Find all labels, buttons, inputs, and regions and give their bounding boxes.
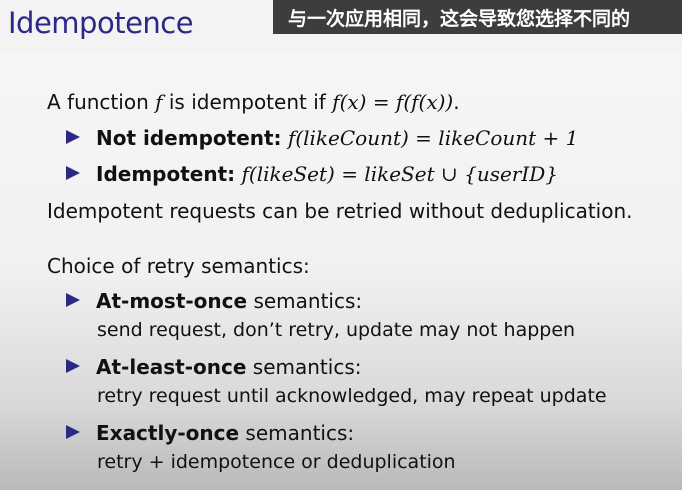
- semantics-desc-at-least-once: retry request until acknowledged, may re…: [97, 385, 607, 407]
- example-formula: f(likeSet) = likeSet ∪ {userID}: [241, 162, 559, 186]
- subtitle-text: 与一次应用相同，这会导致您选择不同的: [288, 8, 631, 30]
- example-not-idempotent: Not idempotent: f(likeCount) = likeCount…: [66, 126, 578, 150]
- function-variable: f: [155, 90, 163, 114]
- semantics-name: At-least-once: [96, 355, 247, 379]
- semantics-desc-exactly-once: retry + idempotence or deduplication: [97, 451, 456, 473]
- definition-period: .: [453, 90, 460, 114]
- retry-note: Idempotent requests can be retried witho…: [47, 199, 633, 223]
- definition-line: A function f is idempotent if f(x) = f(f…: [47, 90, 460, 114]
- triangle-bullet-icon: [66, 359, 80, 373]
- semantics-name: Exactly-once: [96, 421, 240, 445]
- semantics-item-at-most-once: At-most-once semantics:: [66, 289, 362, 313]
- semantics-desc-at-most-once: send request, don’t retry, update may no…: [97, 319, 576, 341]
- triangle-bullet-icon: [66, 166, 80, 180]
- definition-text-mid: is idempotent if: [168, 90, 326, 114]
- example-formula: f(likeCount) = likeCount + 1: [287, 126, 579, 150]
- triangle-bullet-icon: [66, 293, 80, 307]
- semantics-item-at-least-once: At-least-once semantics:: [66, 355, 361, 379]
- definition-text-before: A function: [47, 90, 149, 114]
- example-label: Idempotent:: [96, 162, 236, 186]
- semantics-suffix: semantics:: [246, 355, 362, 379]
- idempotence-formula: f(x) = f(f(x)): [332, 90, 454, 114]
- semantics-heading: Choice of retry semantics:: [47, 254, 310, 278]
- subtitle-overlay: 与一次应用相同，这会导致您选择不同的: [273, 0, 682, 34]
- slide-title: Idempotence: [8, 6, 194, 40]
- semantics-item-exactly-once: Exactly-once semantics:: [66, 421, 354, 445]
- semantics-name: At-most-once: [96, 289, 248, 313]
- triangle-bullet-icon: [66, 130, 80, 144]
- semantics-suffix: semantics:: [239, 421, 355, 445]
- semantics-suffix: semantics:: [247, 289, 363, 313]
- example-idempotent: Idempotent: f(likeSet) = likeSet ∪ {user…: [66, 162, 558, 186]
- example-label: Not idempotent:: [96, 126, 282, 150]
- triangle-bullet-icon: [66, 425, 80, 439]
